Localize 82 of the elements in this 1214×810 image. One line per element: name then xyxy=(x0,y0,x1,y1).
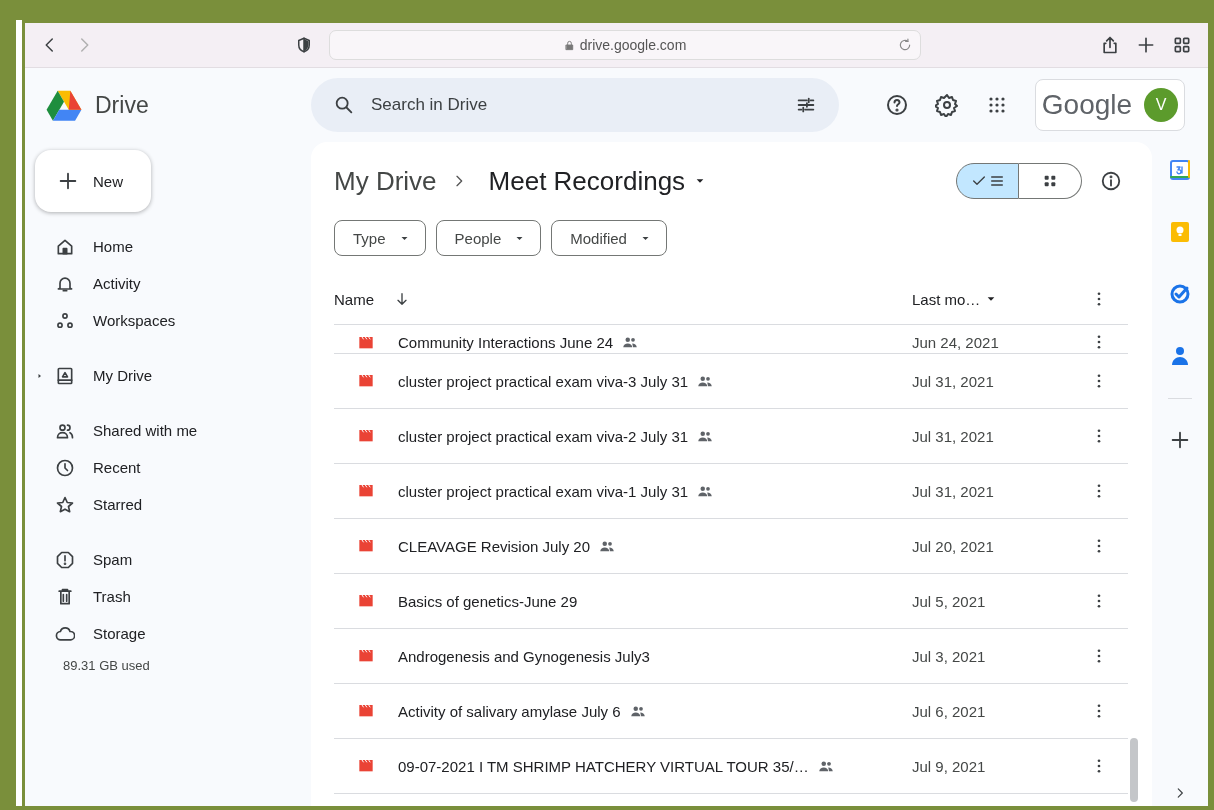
modified-date: Jul 20, 2021 xyxy=(912,537,995,555)
help-icon[interactable] xyxy=(885,93,909,117)
tabs-overview-icon[interactable] xyxy=(1172,35,1192,55)
file-row[interactable]: cluster project practical exam viva-1 July 31 Jul 31, 2021 xyxy=(334,464,1128,519)
list-icon xyxy=(988,173,1005,189)
nav-item[interactable]: Activity xyxy=(35,265,311,302)
nav-item[interactable]: Shared with me xyxy=(35,412,311,449)
file-name: CLEAVAGE Revision July 20 xyxy=(398,537,591,555)
file-row[interactable]: 09-07-2021 I TM SHRIMP HATCHERY VIRTUAL TOUR 35/… Jul 9, 2021 xyxy=(334,739,1128,794)
plus-icon xyxy=(57,170,79,192)
video-file-icon xyxy=(356,593,376,609)
breadcrumb-link[interactable]: Meet Recordings xyxy=(488,165,706,197)
modified-date: Jul 31, 2021 xyxy=(912,482,995,500)
search-icon[interactable] xyxy=(333,94,355,116)
grid-icon xyxy=(1042,173,1058,189)
lock-icon xyxy=(563,39,575,51)
search-field[interactable]: Search in Drive xyxy=(369,94,781,116)
video-file-icon xyxy=(356,335,376,351)
settings-icon[interactable] xyxy=(935,93,959,117)
file-name: Androgenesis and Gynogenesis July3 xyxy=(398,647,650,665)
video-file-icon xyxy=(356,648,376,664)
storage-usage: 89.31 GB used xyxy=(63,658,151,673)
video-file-icon xyxy=(356,703,376,719)
nav-item[interactable]: Home xyxy=(35,228,311,265)
file-name: cluster project practical exam viva-3 July 31 xyxy=(398,372,689,390)
list-view-button[interactable] xyxy=(956,163,1019,199)
breadcrumb-link[interactable]: My Drive xyxy=(334,165,437,197)
video-file-icon xyxy=(356,758,376,774)
calendar-icon[interactable] xyxy=(1168,158,1192,182)
filter-chip[interactable]: People xyxy=(435,220,542,256)
column-header[interactable]: Last mo… xyxy=(912,290,1062,308)
modified-date: Jul 5, 2021 xyxy=(912,592,987,610)
account-switcher[interactable]: Google V xyxy=(1035,79,1185,131)
video-file-icon xyxy=(356,538,376,554)
nav-item[interactable]: Spam xyxy=(35,541,311,578)
share-icon[interactable] xyxy=(1100,35,1120,55)
filter-chip[interactable]: Modified xyxy=(551,220,667,256)
nav-item[interactable]: Starred xyxy=(35,486,311,523)
file-row[interactable]: CLEAVAGE Revision July 20 Jul 20, 2021 xyxy=(334,519,1128,574)
file-row[interactable]: Activity of salivary amylase July 6 Jul 6, 2021 xyxy=(334,684,1128,739)
file-name: Community Interactions June 24 xyxy=(398,333,614,351)
file-name: cluster project practical exam viva-1 July 31 xyxy=(398,482,689,500)
column-header[interactable]: Name xyxy=(334,290,912,308)
search-bar[interactable]: Search in Drive xyxy=(311,78,839,132)
file-row[interactable]: cluster project practical exam viva-3 July 31 Jul 31, 2021 xyxy=(334,354,1128,409)
video-file-icon xyxy=(356,373,376,389)
modified-date: Jul 6, 2021 xyxy=(912,702,987,720)
brand-name: Google xyxy=(1041,89,1133,121)
trash-icon xyxy=(55,586,75,607)
nav-item[interactable]: My Drive xyxy=(35,357,311,394)
file-name: cluster project practical exam viva-2 July 31 xyxy=(398,427,689,445)
modified-date: Jul 31, 2021 xyxy=(912,427,995,445)
file-row[interactable]: Basics of genetics-June 29 Jul 5, 2021 xyxy=(334,574,1128,629)
new-button[interactable]: New xyxy=(35,150,151,212)
plus-icon[interactable] xyxy=(1169,429,1191,451)
address-bar[interactable]: drive.google.com xyxy=(329,30,921,60)
grid-view-button[interactable] xyxy=(1019,163,1082,199)
file-row[interactable]: Androgenesis and Gynogenesis July3 Jul 3, 2021 xyxy=(334,629,1128,684)
file-name: Basics of genetics-June 29 xyxy=(398,592,578,610)
shield-icon[interactable] xyxy=(295,36,313,54)
file-name: Activity of salivary amylase July 6 xyxy=(398,702,621,720)
file-name: 09-07-2021 I TM SHRIMP HATCHERY VIRTUAL TOUR 35/… xyxy=(398,757,809,775)
nav-item[interactable]: Recent xyxy=(35,449,311,486)
nav-item[interactable]: Storage xyxy=(35,615,311,652)
nav-item[interactable]: Trash xyxy=(35,578,311,615)
modified-date: Jul 3, 2021 xyxy=(912,647,987,665)
info-icon[interactable] xyxy=(1100,170,1122,192)
video-file-icon xyxy=(356,483,376,499)
file-row[interactable]: Community Interactions June 24 Jun 24, 2021 xyxy=(334,325,1128,354)
reload-icon[interactable] xyxy=(898,38,912,52)
modified-date: Jun 24, 2021 xyxy=(912,334,1000,351)
nav-item[interactable]: Workspaces xyxy=(35,302,311,339)
video-file-icon xyxy=(356,428,376,444)
sort-down-arrow-icon xyxy=(394,291,410,307)
filter-chip[interactable]: Type xyxy=(334,220,426,256)
modified-date: Jul 31, 2021 xyxy=(912,372,995,390)
modified-date: Jul 9, 2021 xyxy=(912,757,987,775)
plus-icon[interactable] xyxy=(1136,35,1156,55)
app-name: Drive xyxy=(95,91,149,119)
check-circle-icon[interactable] xyxy=(1168,282,1192,306)
scrollbar-thumb[interactable] xyxy=(1130,738,1138,802)
file-row[interactable]: cluster project practical exam viva-2 July 31 Jul 31, 2021 xyxy=(334,409,1128,464)
